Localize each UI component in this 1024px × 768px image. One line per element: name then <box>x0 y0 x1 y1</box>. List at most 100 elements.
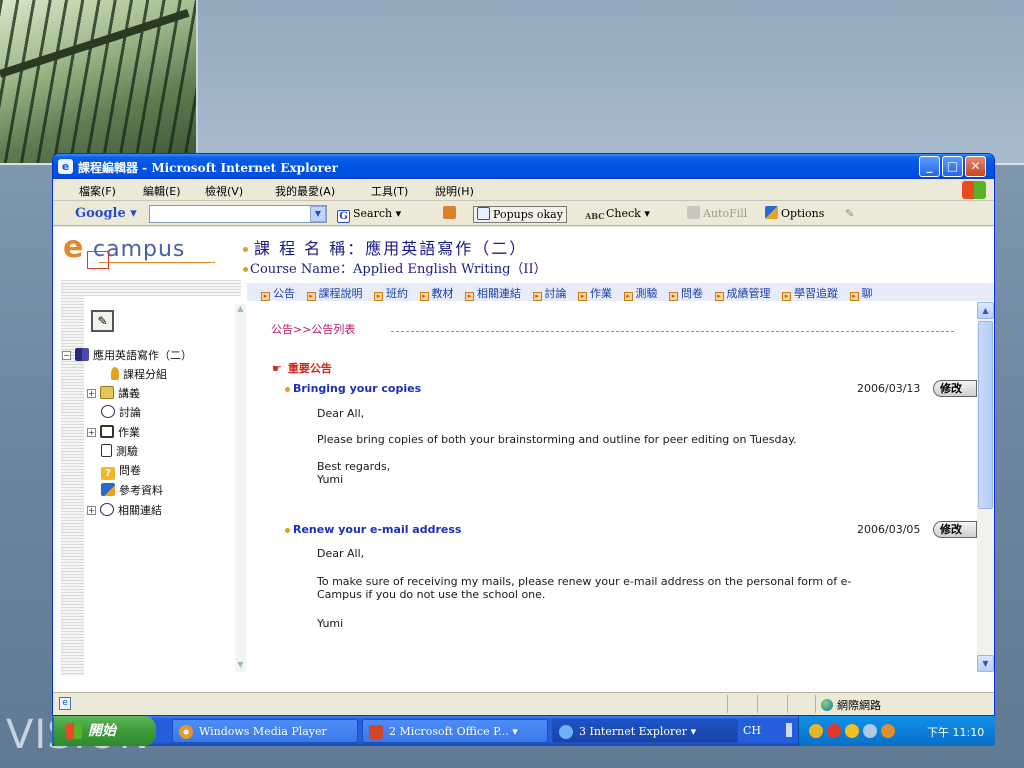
tree-item-surveys[interactable]: ? 問卷 <box>101 462 141 480</box>
arrow-icon: ▸ <box>419 292 429 301</box>
clock[interactable]: 下午 11:10 <box>927 724 984 740</box>
tree-item-assignments[interactable]: + 作業 <box>87 424 140 440</box>
google-logo[interactable]: Google ▾ <box>75 206 137 221</box>
task-microsoft-office[interactable]: 2 Microsoft Office P... ▾ <box>362 719 548 743</box>
announcement-greeting: Dear All, <box>317 407 365 420</box>
spell-check-button[interactable]: ABC Check ▾ <box>585 206 650 223</box>
task-internet-explorer[interactable]: 3 Internet Explorer ▾ <box>552 719 738 743</box>
start-button[interactable]: 開始 <box>54 716 156 746</box>
tree-root[interactable]: − 應用英語寫作（二） <box>62 347 192 363</box>
menu-help[interactable]: 說明(H) <box>435 183 474 199</box>
nav-link-chat[interactable]: ▸ 聊 <box>849 285 873 301</box>
announcement-body: To make sure of receiving my mails, plea… <box>317 575 852 601</box>
logo-accent-box <box>87 251 109 269</box>
popup-blocker-icon <box>477 207 490 220</box>
menu-edit[interactable]: 編輯(E) <box>143 183 181 199</box>
minimize-button[interactable]: _ <box>919 156 940 177</box>
left-pane-stripe <box>61 280 241 296</box>
menu-file[interactable]: 檔案(F) <box>79 183 116 199</box>
ie-window: e 課程編輯器 - Microsoft Internet Explorer _ … <box>52 153 995 716</box>
tree-item-links[interactable]: + 相關連結 <box>87 502 162 518</box>
course-title: 課 程 名 稱：應用英語寫作（二） <box>243 235 527 259</box>
arrow-icon: ▸ <box>714 292 724 301</box>
tree-item-handouts[interactable]: + 講義 <box>87 385 140 401</box>
nav-link-tracking[interactable]: ▸ 學習追蹤 <box>782 285 838 301</box>
reference-icon <box>101 483 115 496</box>
notebook-button[interactable]: ✎ <box>91 310 114 332</box>
powerpoint-icon <box>369 725 383 739</box>
nav-link-class-rules[interactable]: ▸ 班約 <box>374 285 408 301</box>
options-button[interactable]: Options <box>765 206 824 223</box>
google-search-input[interactable] <box>149 205 327 223</box>
expand-icon[interactable]: + <box>87 428 96 437</box>
main-vertical-scrollbar[interactable]: ▲ ▼ <box>977 302 994 672</box>
title-bar[interactable]: e 課程編輯器 - Microsoft Internet Explorer _ … <box>53 154 994 179</box>
tree-item-discussion[interactable]: 討論 <box>101 404 141 420</box>
collapse-icon[interactable]: − <box>62 351 71 360</box>
course-nav-bar: ▸ 公告 ▸ 課程說明 ▸ 班約 ▸ 教材 ▸ 相關連結 ▸ 討論 ▸ 作業 ▸ 測驗 ▸ 問卷 … <box>247 283 994 301</box>
nav-link-surveys[interactable]: ▸ 問卷 <box>669 285 703 301</box>
nav-link-course-info[interactable]: ▸ 課程說明 <box>306 285 363 301</box>
scroll-down-arrow[interactable]: ▼ <box>977 655 994 672</box>
google-g-icon: G <box>337 210 350 223</box>
tray-messenger-icon[interactable] <box>845 724 859 738</box>
course-name-en: Course Name：Applied English Writing（II） <box>243 258 547 277</box>
tray-app-icon[interactable] <box>881 724 895 738</box>
windows-logo-icon <box>962 181 986 199</box>
news-icon <box>443 206 456 219</box>
language-indicator[interactable]: CH <box>743 724 761 737</box>
tray-volume-icon[interactable] <box>809 724 823 738</box>
popups-okay-button[interactable]: Popups okay <box>473 206 567 223</box>
google-news-button[interactable] <box>443 206 459 223</box>
menu-view[interactable]: 檢視(V) <box>205 183 243 199</box>
status-separator <box>727 695 728 713</box>
highlight-pen-icon[interactable]: ✎ <box>845 206 854 223</box>
quiz-icon <box>101 444 112 457</box>
menu-bar: 檔案(F) 編輯(E) 檢視(V) 我的最愛(A) 工具(T) 說明(H) <box>53 179 994 201</box>
autofill-button[interactable]: AutoFill <box>687 206 747 223</box>
ie-app-icon: e <box>58 159 73 174</box>
arrow-icon: ▸ <box>374 292 383 301</box>
tray-user-icon[interactable] <box>863 724 877 738</box>
tree-item-quizzes[interactable]: 測驗 <box>101 443 138 459</box>
nav-link-grades[interactable]: ▸ 成績管理 <box>714 285 771 301</box>
announcement-title[interactable]: Bringing your copies <box>285 382 421 395</box>
menu-favorites[interactable]: 我的最愛(A) <box>275 183 335 199</box>
nav-link-quizzes[interactable]: ▸ 測驗 <box>623 285 658 301</box>
nav-link-discussion[interactable]: ▸ 討論 <box>532 285 567 301</box>
breadcrumb-divider <box>391 331 954 332</box>
close-button[interactable]: ✕ <box>965 156 986 177</box>
left-vertical-scrollbar[interactable]: ▲ ▼ <box>235 304 246 672</box>
bullet-dot <box>243 267 248 272</box>
menu-tools[interactable]: 工具(T) <box>371 183 408 199</box>
nav-link-assignments[interactable]: ▸ 作業 <box>578 285 612 301</box>
tray-network-icon[interactable] <box>827 724 841 738</box>
scroll-down-arrow[interactable]: ▼ <box>235 660 246 672</box>
google-dropdown-button[interactable]: ▼ <box>310 206 326 222</box>
google-search-button[interactable]: G Search ▾ <box>337 206 401 223</box>
expand-icon[interactable]: + <box>87 506 96 515</box>
left-pane: ✎ − 應用英語寫作（二） 課程分組 + 講義 討論 + 作業 測驗 ? 問卷 參考資料… <box>53 280 247 676</box>
assignment-icon <box>100 425 114 438</box>
nav-link-materials[interactable]: ▸ 教材 <box>419 285 454 301</box>
logo-underline <box>99 262 215 263</box>
scroll-up-arrow[interactable]: ▲ <box>977 302 994 319</box>
question-icon: ? <box>101 467 115 480</box>
scroll-up-arrow[interactable]: ▲ <box>235 304 246 316</box>
edit-button[interactable]: 修改 <box>933 380 977 397</box>
input-method-icon[interactable] <box>786 723 792 737</box>
tree-item-references[interactable]: 參考資料 <box>101 482 163 498</box>
announcement-closing: Best regards, Yumi <box>317 460 391 486</box>
ecampus-logo: e campus <box>59 231 219 269</box>
task-windows-media-player[interactable]: Windows Media Player <box>172 719 358 743</box>
pointing-hand-icon: ☛ <box>272 362 282 375</box>
tree-item-groups[interactable]: 課程分組 <box>111 366 167 382</box>
scroll-thumb[interactable] <box>978 321 993 509</box>
announcement-title[interactable]: Renew your e-mail address <box>285 523 461 536</box>
maximize-button[interactable]: □ <box>942 156 963 177</box>
nav-link-related-links[interactable]: ▸ 相關連結 <box>465 285 521 301</box>
status-separator <box>815 695 816 713</box>
expand-icon[interactable]: + <box>87 389 96 398</box>
nav-link-announcements[interactable]: ▸ 公告 <box>261 285 295 301</box>
edit-button[interactable]: 修改 <box>933 521 977 538</box>
